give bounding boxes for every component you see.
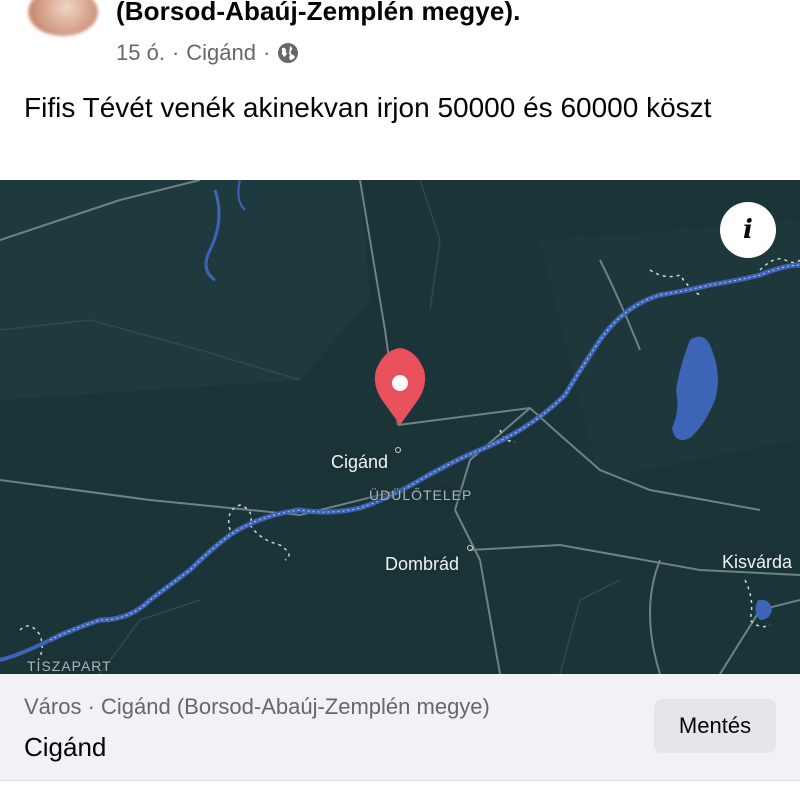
map-label-dombrad: Dombrád [385, 554, 460, 574]
post-text: Fifis Tévét venék akinekvan irjon 50000 … [24, 92, 712, 123]
avatar[interactable] [28, 0, 98, 36]
place-name: Cigánd [24, 732, 107, 762]
town-dot [395, 447, 401, 453]
post-location[interactable]: Cigánd [186, 40, 256, 66]
post-header: (Borsod-Abaúj-Zemplén megye). 15 ó. · Ci… [0, 0, 800, 80]
save-button[interactable]: Mentés [654, 699, 776, 753]
river [0, 638, 51, 662]
post-meta: 15 ó. · Cigánd · [116, 40, 299, 66]
post-time[interactable]: 15 ó. [116, 40, 165, 66]
place-card[interactable]: Város · Cigánd (Borsod-Abaúj-Zemplén meg… [0, 674, 800, 781]
group-name[interactable]: (Borsod-Abaúj-Zemplén megye). [116, 0, 521, 27]
map-label-kisvarda: Kisvárda [722, 552, 793, 572]
map-info-button[interactable]: i [720, 202, 776, 258]
map-region [540, 220, 800, 480]
location-pin-icon [374, 348, 426, 425]
map-region [0, 180, 370, 400]
globe-icon [277, 42, 299, 64]
meta-separator: · [171, 40, 180, 65]
info-icon: i [743, 215, 753, 245]
map-label-cigand: Cigánd [331, 452, 389, 472]
location-map[interactable]: Cigánd ÜDÜLŐTELEP Dombrád Kisvárda TISZA… [0, 180, 800, 674]
meta-separator: · [262, 40, 271, 65]
map-label-udulotelep: ÜDÜLŐTELEP [369, 487, 473, 503]
map-canvas [0, 180, 800, 674]
place-subtitle: Város · Cigánd (Borsod-Abaúj-Zemplén meg… [24, 694, 490, 719]
map-label-tiszapart: TISZAPART [27, 658, 112, 674]
lake [755, 599, 772, 620]
